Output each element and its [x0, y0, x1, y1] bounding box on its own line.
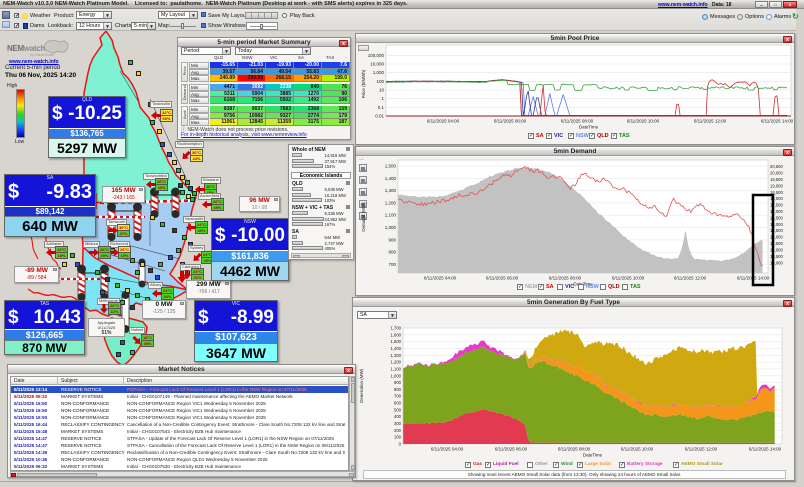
svg-text:DateTime: DateTime — [579, 125, 599, 130]
svg-text:1,500: 1,500 — [385, 164, 397, 169]
svg-text:800: 800 — [394, 387, 402, 392]
svg-text:20,500: 20,500 — [770, 164, 783, 169]
svg-text:1,600: 1,600 — [391, 332, 402, 337]
svg-text:6/11/2025 06:00: 6/11/2025 06:00 — [495, 447, 528, 452]
svg-text:400: 400 — [394, 414, 402, 419]
svg-text:0.1: 0.1 — [378, 105, 385, 110]
svg-text:6/11/2025 04:00: 6/11/2025 04:00 — [431, 447, 464, 452]
svg-text:900: 900 — [388, 237, 396, 242]
svg-text:6/11/2025 06:00: 6/11/2025 06:00 — [486, 276, 519, 281]
svg-text:1: 1 — [381, 96, 384, 101]
svg-text:200: 200 — [394, 428, 402, 433]
svg-text:6/11/2025 08:00: 6/11/2025 08:00 — [549, 276, 582, 281]
svg-text:10: 10 — [379, 88, 385, 93]
svg-text:6/11/2025 12:00: 6/11/2025 12:00 — [685, 447, 718, 452]
svg-text:1,200: 1,200 — [385, 200, 397, 205]
svg-text:6/11/2025 14:00: 6/11/2025 14:00 — [749, 447, 782, 452]
svg-text:700: 700 — [394, 394, 402, 399]
svg-text:6/11/2025 10:00: 6/11/2025 10:00 — [627, 119, 660, 124]
svg-text:6/11/2025 04:00: 6/11/2025 04:00 — [427, 119, 460, 124]
svg-text:1,500: 1,500 — [391, 339, 402, 344]
svg-text:100: 100 — [376, 79, 384, 84]
svg-text:1,300: 1,300 — [385, 188, 397, 193]
svg-text:Generation (MW): Generation (MW) — [359, 368, 364, 403]
svg-text:800: 800 — [388, 250, 396, 255]
svg-text:1,300: 1,300 — [391, 353, 402, 358]
svg-text:19,500: 19,500 — [770, 177, 783, 182]
svg-text:700: 700 — [388, 262, 396, 267]
svg-text:1,200: 1,200 — [391, 360, 402, 365]
svg-text:1,100: 1,100 — [391, 366, 402, 371]
svg-text:1,000: 1,000 — [391, 373, 402, 378]
svg-text:6/11/2025 10:00: 6/11/2025 10:00 — [612, 276, 645, 281]
svg-text:19,000: 19,000 — [770, 183, 783, 188]
svg-text:6/11/2025 10:00: 6/11/2025 10:00 — [621, 447, 654, 452]
svg-text:0.01: 0.01 — [375, 114, 384, 119]
svg-text:100,000: 100,000 — [368, 53, 385, 58]
svg-text:100: 100 — [394, 435, 402, 440]
svg-text:0: 0 — [399, 442, 402, 447]
svg-text:DateTime: DateTime — [583, 453, 603, 458]
svg-text:Demand (MW): Demand (MW) — [361, 202, 366, 232]
svg-text:1,400: 1,400 — [385, 176, 397, 181]
svg-text:300: 300 — [394, 421, 402, 426]
svg-text:1,400: 1,400 — [391, 346, 402, 351]
svg-text:500: 500 — [394, 407, 402, 412]
svg-text:6/11/2025 14:00: 6/11/2025 14:00 — [761, 119, 794, 124]
svg-text:Price ($/MWh): Price ($/MWh) — [361, 69, 366, 98]
svg-text:1,000: 1,000 — [385, 225, 397, 230]
svg-text:6/11/2025 12:00: 6/11/2025 12:00 — [674, 276, 707, 281]
svg-text:1,000: 1,000 — [373, 70, 385, 75]
svg-text:1,700: 1,700 — [391, 326, 402, 331]
svg-text:10,000: 10,000 — [370, 62, 384, 67]
svg-text:6/11/2025 08:00: 6/11/2025 08:00 — [561, 119, 594, 124]
svg-text:6/11/2025 12:00: 6/11/2025 12:00 — [694, 119, 727, 124]
svg-text:6/11/2025 06:00: 6/11/2025 06:00 — [494, 119, 527, 124]
svg-text:6/11/2025 08:00: 6/11/2025 08:00 — [558, 447, 591, 452]
svg-text:900: 900 — [394, 380, 402, 385]
svg-text:20,000: 20,000 — [770, 171, 783, 176]
svg-text:600: 600 — [394, 401, 402, 406]
svg-text:6/11/2025 04:00: 6/11/2025 04:00 — [424, 276, 457, 281]
svg-text:1,100: 1,100 — [385, 213, 397, 218]
